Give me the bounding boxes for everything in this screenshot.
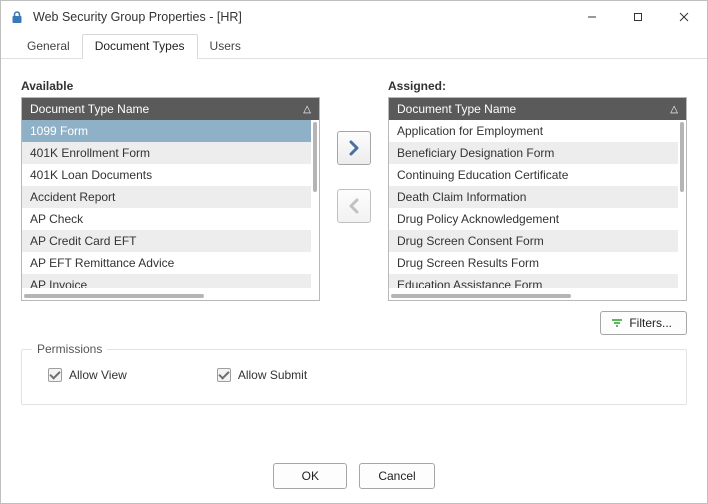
checkbox-icon (217, 368, 231, 382)
assigned-label: Assigned: (388, 79, 687, 93)
allow-submit-checkbox[interactable]: Allow Submit (217, 368, 307, 382)
cancel-button[interactable]: Cancel (359, 463, 434, 489)
tab-document-types[interactable]: Document Types (82, 34, 198, 59)
assigned-header-text: Document Type Name (397, 102, 516, 116)
available-list[interactable]: Document Type Name △ 1099 Form401K Enrol… (21, 97, 320, 301)
list-item[interactable]: Death Claim Information (389, 186, 678, 208)
transfer-column (334, 79, 374, 223)
ok-button[interactable]: OK (273, 463, 347, 489)
list-item[interactable]: AP Check (22, 208, 311, 230)
sort-ascending-icon: △ (303, 104, 311, 115)
dual-list: Available Document Type Name △ 1099 Form… (21, 79, 687, 301)
sort-ascending-icon: △ (670, 104, 678, 115)
filters-label: Filters... (629, 316, 672, 330)
assigned-panel: Assigned: Document Type Name △ Applicati… (388, 79, 687, 301)
content-area: Available Document Type Name △ 1099 Form… (1, 59, 707, 451)
filters-row: Filters... (21, 311, 687, 335)
chevron-left-icon (346, 198, 362, 214)
list-item[interactable]: Application for Employment (389, 120, 678, 142)
allow-submit-label: Allow Submit (238, 368, 307, 382)
scrollbar-vertical[interactable] (680, 122, 684, 192)
list-item[interactable]: 401K Loan Documents (22, 164, 311, 186)
list-item[interactable]: Education Assistance Form (389, 274, 678, 288)
available-label: Available (21, 79, 320, 93)
close-button[interactable] (661, 1, 707, 33)
window-frame: Web Security Group Properties - [HR] Gen… (0, 0, 708, 504)
assigned-body: Application for EmploymentBeneficiary De… (389, 120, 686, 300)
minimize-button[interactable] (569, 1, 615, 33)
checkbox-icon (48, 368, 62, 382)
list-item[interactable]: AP Credit Card EFT (22, 230, 311, 252)
lock-icon (9, 9, 25, 25)
tab-general[interactable]: General (15, 35, 82, 58)
available-body: 1099 Form401K Enrollment Form401K Loan D… (22, 120, 319, 300)
allow-view-label: Allow View (69, 368, 127, 382)
filter-icon (611, 318, 623, 328)
titlebar: Web Security Group Properties - [HR] (1, 1, 707, 33)
scrollbar-vertical[interactable] (313, 122, 317, 192)
list-item[interactable]: Beneficiary Designation Form (389, 142, 678, 164)
list-item[interactable]: Accident Report (22, 186, 311, 208)
assigned-list[interactable]: Document Type Name △ Application for Emp… (388, 97, 687, 301)
maximize-button[interactable] (615, 1, 661, 33)
permissions-legend: Permissions (32, 342, 107, 356)
list-item[interactable]: Drug Screen Consent Form (389, 230, 678, 252)
window-controls (569, 1, 707, 33)
list-item[interactable]: 1099 Form (22, 120, 311, 142)
scrollbar-horizontal[interactable] (391, 294, 571, 298)
permissions-group: Permissions Allow View Allow Submit (21, 349, 687, 405)
list-item[interactable]: 401K Enrollment Form (22, 142, 311, 164)
available-panel: Available Document Type Name △ 1099 Form… (21, 79, 320, 301)
button-bar: OK Cancel (1, 451, 707, 503)
list-item[interactable]: Continuing Education Certificate (389, 164, 678, 186)
filters-button[interactable]: Filters... (600, 311, 687, 335)
list-item[interactable]: AP Invoice (22, 274, 311, 288)
assign-button[interactable] (337, 131, 371, 165)
assigned-column-header[interactable]: Document Type Name △ (389, 98, 686, 120)
unassign-button[interactable] (337, 189, 371, 223)
allow-view-checkbox[interactable]: Allow View (48, 368, 127, 382)
permissions-row: Allow View Allow Submit (48, 368, 660, 382)
list-item[interactable]: Drug Policy Acknowledgement (389, 208, 678, 230)
scrollbar-horizontal[interactable] (24, 294, 204, 298)
list-item[interactable]: Drug Screen Results Form (389, 252, 678, 274)
tab-users[interactable]: Users (198, 35, 253, 58)
list-item[interactable]: AP EFT Remittance Advice (22, 252, 311, 274)
tab-row: General Document Types Users (1, 33, 707, 59)
chevron-right-icon (346, 140, 362, 156)
available-column-header[interactable]: Document Type Name △ (22, 98, 319, 120)
available-header-text: Document Type Name (30, 102, 149, 116)
window-title: Web Security Group Properties - [HR] (33, 10, 569, 24)
